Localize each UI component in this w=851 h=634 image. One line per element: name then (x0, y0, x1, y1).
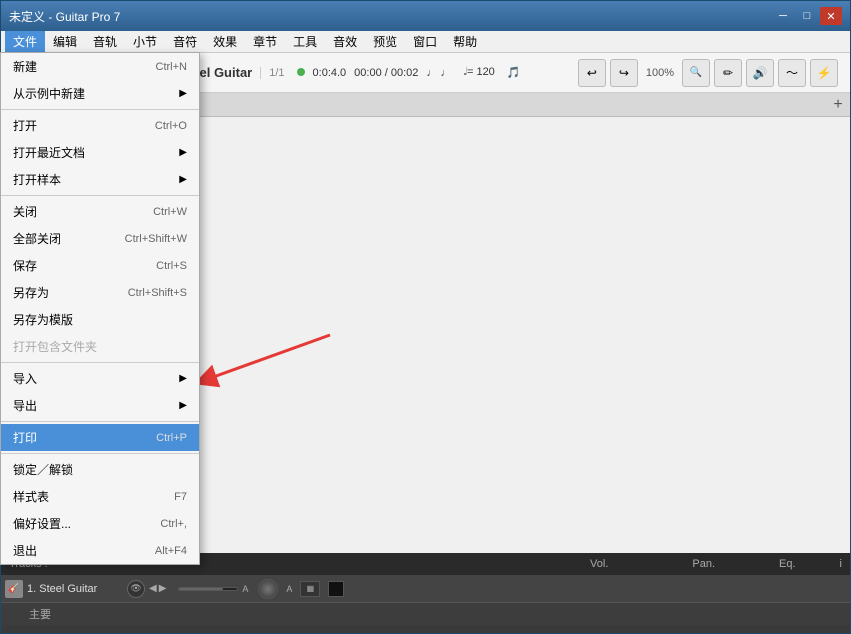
track-1-extra[interactable] (328, 581, 344, 597)
title-controls: ─ □ ✕ (772, 7, 842, 25)
menu-bar: 文件 编辑 音轨 小节 音符 效果 章节 工具 音效 预览 窗口 帮助 (1, 31, 850, 53)
track-1-arrows: ◀ ▶ (149, 583, 166, 594)
title-text: 未定义 - Guitar Pro 7 (9, 8, 120, 25)
menu-effect[interactable]: 效果 (205, 31, 245, 53)
menu-item-print[interactable]: 打印 Ctrl+P (1, 424, 199, 451)
track-1-pan-label: A (286, 584, 292, 594)
minimize-button[interactable]: ─ (772, 7, 794, 25)
track-1-prev[interactable]: ◀ (149, 583, 157, 594)
track-1-vol-slider[interactable] (178, 587, 238, 591)
maximize-button[interactable]: □ (796, 7, 818, 25)
menu-item-lock[interactable]: 锁定／解锁 (1, 456, 199, 483)
redo-button[interactable]: ↪ (610, 59, 638, 87)
menu-item-close[interactable]: 关闭 Ctrl+W (1, 198, 199, 225)
eq-label: Eq. (779, 558, 796, 570)
track-1-name: 1. Steel Guitar (27, 583, 127, 595)
track-2-name: 主要 (5, 606, 51, 622)
menu-file[interactable]: 文件 (5, 31, 45, 53)
menu-item-save-as[interactable]: 另存为 Ctrl+Shift+S (1, 279, 199, 306)
track-1-vol: A (178, 584, 250, 594)
menu-item-open-sample[interactable]: 打开样本 ▶ (1, 166, 199, 193)
track-1-controls: 👁 ◀ ▶ A A (127, 579, 846, 599)
menu-item-quit[interactable]: 退出 Alt+F4 (1, 537, 199, 564)
menu-item-import[interactable]: 导入 ▶ (1, 365, 199, 392)
menu-chapter[interactable]: 章节 (245, 31, 285, 53)
track-1-mute[interactable]: 👁 (127, 580, 145, 598)
zoom-button[interactable]: 🔍 (682, 59, 710, 87)
i-label: i (840, 558, 842, 570)
menu-edit[interactable]: 编辑 (45, 31, 85, 53)
menu-item-export[interactable]: 导出 ▶ (1, 392, 199, 419)
menu-item-new[interactable]: 新建 Ctrl+N (1, 53, 199, 80)
zoom-level: 100% (642, 67, 678, 79)
pencil-button[interactable]: ✏ (714, 59, 742, 87)
undo-button[interactable]: ↩ (578, 59, 606, 87)
track-1-eq[interactable]: ▦ (300, 581, 320, 597)
menu-window[interactable]: 窗口 (405, 31, 445, 53)
menu-note[interactable]: 音符 (165, 31, 205, 53)
sep-3 (1, 362, 199, 363)
menu-item-open-recent[interactable]: 打开最近文档 ▶ (1, 139, 199, 166)
menu-audio[interactable]: 音轨 (85, 31, 125, 53)
track-panel: Tracks : Vol. Pan. Eq. i 🎸 1. Steel Guit… (1, 553, 850, 633)
menu-preview[interactable]: 预览 (365, 31, 405, 53)
track-1-icon: 🎸 (5, 580, 23, 598)
menu-item-save[interactable]: 保存 Ctrl+S (1, 252, 199, 279)
menu-item-stylesheet[interactable]: 样式表 F7 (1, 483, 199, 510)
title-bar: 未定义 - Guitar Pro 7 ─ □ ✕ (1, 1, 850, 31)
sound-button[interactable]: 🔊 (746, 59, 774, 87)
menu-measure[interactable]: 小节 (125, 31, 165, 53)
extra-button[interactable]: ⚡ (810, 59, 838, 87)
menu-item-close-all[interactable]: 全部关闭 Ctrl+Shift+W (1, 225, 199, 252)
close-button[interactable]: ✕ (820, 7, 842, 25)
sep-5 (1, 453, 199, 454)
sep-4 (1, 421, 199, 422)
position-display: 1/1 (260, 67, 284, 79)
menu-help[interactable]: 帮助 (445, 31, 485, 53)
menu-item-open-folder: 打开包含文件夹 (1, 333, 199, 360)
menu-tools[interactable]: 工具 (285, 31, 325, 53)
duration-display: 00:00 / 00:02 (354, 67, 418, 79)
track-1-next[interactable]: ▶ (159, 583, 167, 594)
track-1-pan-knob[interactable] (258, 579, 278, 599)
track-row-2: 主要 (1, 603, 850, 625)
time-display: 0:0:4.0 (313, 67, 347, 79)
menu-item-new-from-example[interactable]: 从示例中新建 ▶ (1, 80, 199, 107)
menu-item-open[interactable]: 打开 Ctrl+O (1, 112, 199, 139)
tab-add-button[interactable]: + (826, 93, 850, 117)
app-window: 未定义 - Guitar Pro 7 ─ □ ✕ 文件 编辑 音轨 小节 音符 … (0, 0, 851, 634)
sep-2 (1, 195, 199, 196)
menu-item-save-template[interactable]: 另存为模版 (1, 306, 199, 333)
menu-item-preferences[interactable]: 偏好设置... Ctrl+, (1, 510, 199, 537)
sep-1 (1, 109, 199, 110)
vol-label: Vol. (590, 558, 608, 570)
track-row-1: 🎸 1. Steel Guitar 👁 ◀ ▶ (1, 575, 850, 603)
wave-button[interactable]: 〜 (778, 59, 806, 87)
track-1-vol-label: A (240, 584, 250, 594)
file-dropdown-menu: 新建 Ctrl+N 从示例中新建 ▶ 打开 Ctrl+O 打开最近文档 ▶ 打开… (0, 52, 200, 565)
menu-sound[interactable]: 音效 (325, 31, 365, 53)
pan-label: Pan. (692, 558, 715, 570)
